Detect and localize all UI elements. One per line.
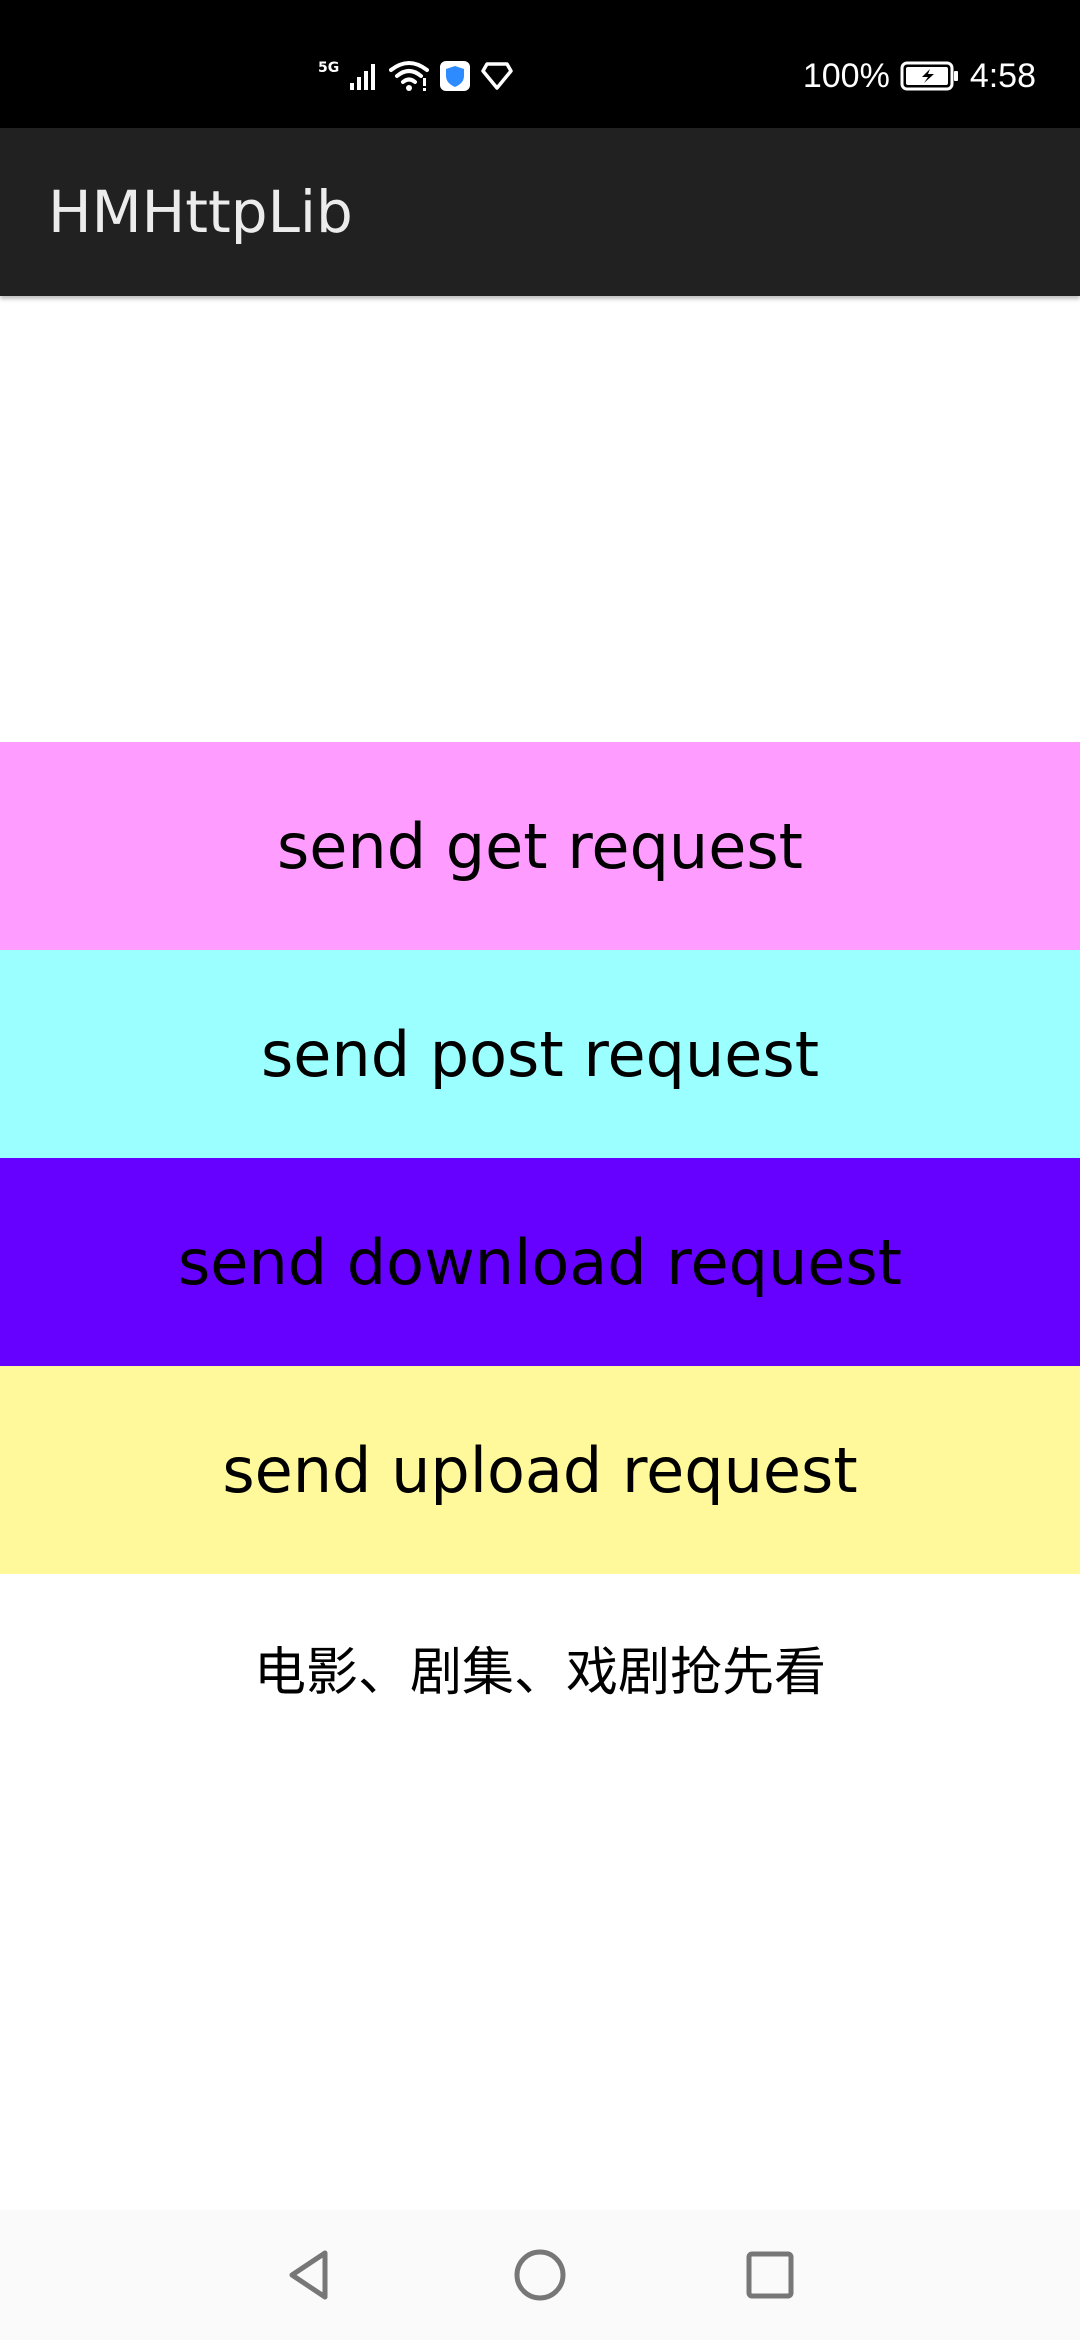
battery-percent: 100% — [802, 56, 890, 95]
navigation-bar — [0, 2210, 1080, 2340]
app-bar: HMHttpLib — [0, 128, 1080, 296]
status-right: 100% 4:58 — [803, 56, 1036, 96]
send-upload-request-button[interactable]: send upload request — [0, 1366, 1080, 1574]
shield-icon — [440, 61, 471, 91]
battery-icon — [900, 61, 958, 91]
status-left: 5G — [318, 56, 513, 96]
home-icon[interactable] — [510, 2245, 570, 2305]
recents-icon[interactable] — [740, 2245, 800, 2305]
network-type-label: 5G — [318, 60, 340, 76]
caption-text: 电影、剧集、戏剧抢先看 — [253, 1643, 826, 1703]
send-download-request-button[interactable]: send download request — [0, 1158, 1080, 1366]
app-title: HMHttpLib — [48, 178, 353, 246]
signal-icon — [350, 64, 376, 90]
status-bar: 5G 100% 4:58 — [0, 0, 1080, 128]
diamond-icon — [481, 62, 513, 90]
send-post-request-button[interactable]: send post request — [0, 950, 1080, 1158]
send-get-request-button[interactable]: send get request — [0, 742, 1080, 950]
clock-time: 4:58 — [969, 56, 1036, 95]
wifi-icon — [389, 61, 430, 91]
back-icon[interactable] — [280, 2245, 340, 2305]
